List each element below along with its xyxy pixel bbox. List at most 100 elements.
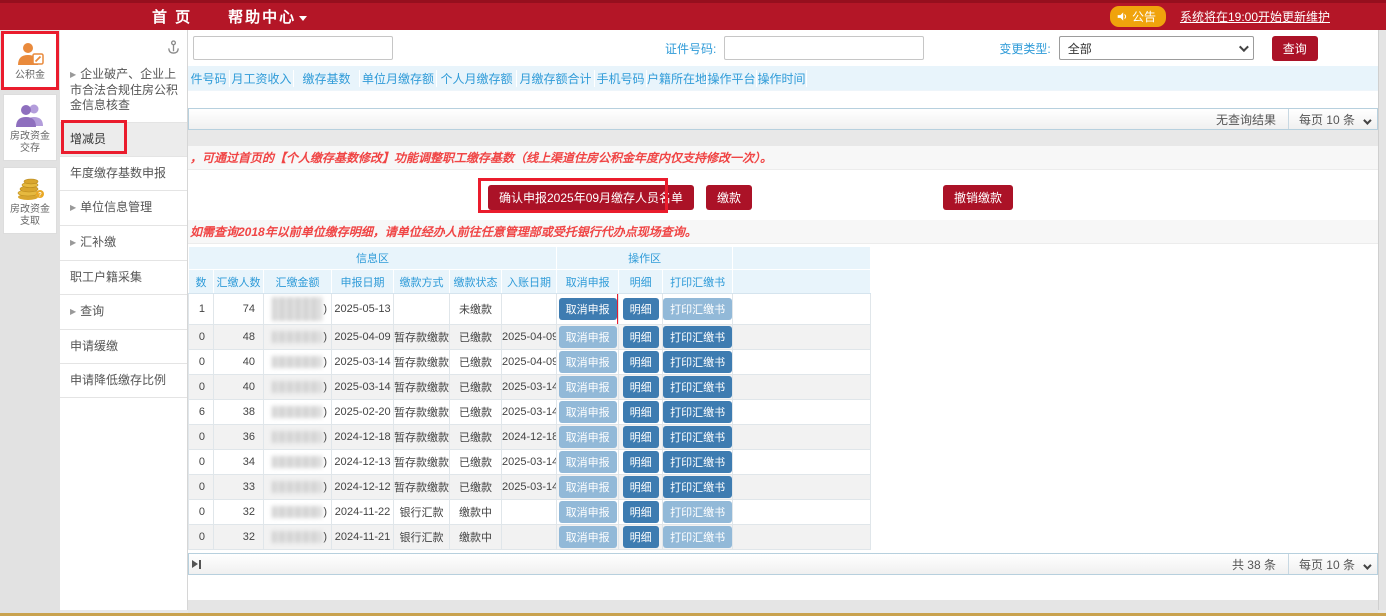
employee-table-header: 件号码月工资收入缴存基数单位月缴存额个人月缴存额月缴存额合计手机号码户籍所在地操… [188,66,1378,90]
print-remit-button[interactable]: 打印汇缴书 [663,526,732,548]
nav-home[interactable]: 首 页 [152,6,192,27]
menu-item-add-remove-employee[interactable]: 增减员 [60,123,187,157]
cancel-declare-button[interactable]: 取消申报 [559,351,617,373]
cell-declare-date: 2025-03-14 [332,375,394,400]
print-remit-button[interactable]: 打印汇缴书 [663,351,732,373]
remit-table-group-header: 信息区 操作区 [189,247,871,270]
menu-item-remit-supplement[interactable]: ▶汇补缴 [60,226,187,261]
cert-number-input[interactable] [724,36,924,60]
cell-cancel: 取消申报 [557,425,619,450]
detail-button[interactable]: 明细 [623,376,659,398]
rail-item-fund-withdraw[interactable]: ?房改资金支取 [3,167,57,234]
print-remit-button[interactable]: 打印汇缴书 [663,298,732,320]
cancel-pay-button[interactable]: 撤销缴款 [943,185,1013,210]
cell-print: 打印汇缴书 [663,325,733,350]
cancel-declare-button[interactable]: 取消申报 [559,476,617,498]
page-scrollbar-gutter[interactable] [1378,30,1386,610]
menu-item-query[interactable]: ▶查询 [60,295,187,330]
divider [1288,554,1289,574]
keyword-input[interactable] [193,36,393,60]
detail-button[interactable]: 明细 [623,451,659,473]
col-people: 汇缴人数 [214,270,264,294]
cell-amount: ) [264,400,332,425]
cell-detail: 明细 [619,475,663,500]
detail-button[interactable]: 明细 [623,401,659,423]
detail-button[interactable]: 明细 [623,501,659,523]
anchor-icon[interactable] [167,40,180,55]
remit-row: 048)2025-04-09暂存款缴款已缴款2025-04-09取消申报明细打印… [189,325,871,350]
cancel-declare-button[interactable]: 取消申报 [559,401,617,423]
cell-detail: 明细 [619,294,663,325]
remit-table-pagination: 共 38 条 每页 10 条 [188,553,1378,575]
detail-button[interactable]: 明细 [623,351,659,373]
menu-item-apply-lower-ratio[interactable]: 申请降低缴存比例 [60,364,187,398]
print-remit-button[interactable]: 打印汇缴书 [663,376,732,398]
print-remit-button[interactable]: 打印汇缴书 [663,401,732,423]
menu-item-enterprise-check[interactable]: ▶企业破产、企业上市合法合规住房公积金信息核查 [60,58,187,123]
change-type-label: 变更类型: [999,40,1050,57]
cell-entry-date: 2025-03-14 [502,400,557,425]
change-type-select[interactable]: 全部 [1059,36,1254,60]
cell-people: 36 [214,425,264,450]
detail-button[interactable]: 明细 [623,426,659,448]
cell-num: 0 [189,525,214,550]
cell-filler [733,425,871,450]
cancel-declare-button[interactable]: 取消申报 [559,451,617,473]
remit-row: 032)2024-11-21银行汇款缴款中取消申报明细打印汇缴书 [189,525,871,550]
detail-button[interactable]: 明细 [623,326,659,348]
page-size-select[interactable]: 每页 10 条 [1299,111,1377,128]
menu-item-unit-info-manage[interactable]: ▶单位信息管理 [60,191,187,226]
cancel-declare-button[interactable]: 取消申报 [559,501,617,523]
cell-declare-date: 2025-05-13 [332,294,394,325]
redacted-amount [272,481,322,493]
cancel-declare-button[interactable]: 取消申报 [559,326,617,348]
remit-row: 032)2024-11-22银行汇款缴款中取消申报明细打印汇缴书 [189,500,871,525]
cancel-declare-button[interactable]: 取消申报 [559,426,617,448]
print-remit-button[interactable]: 打印汇缴书 [663,476,732,498]
print-remit-button[interactable]: 打印汇缴书 [663,451,732,473]
actions-row: 确认申报2025年09月缴存人员名单 缴款 撤销缴款 [188,170,1378,220]
print-remit-button[interactable]: 打印汇缴书 [663,326,732,348]
announcement-link[interactable]: 系统将在19:00开始更新维护 [1180,8,1330,25]
cancel-declare-button[interactable]: 取消申报 [559,298,617,320]
pay-button[interactable]: 缴款 [706,185,752,210]
menu-item-apply-defer[interactable]: 申请缓缴 [60,330,187,364]
cell-amount: ) [264,294,332,325]
query-button[interactable]: 查询 [1272,36,1318,61]
detail-button[interactable]: 明细 [623,526,659,548]
menu-item-annual-base-declare[interactable]: 年度缴存基数申报 [60,157,187,191]
amount-suffix: ) [323,331,327,343]
cell-print: 打印汇缴书 [663,294,733,325]
print-remit-button[interactable]: 打印汇缴书 [663,501,732,523]
chevron-down-icon [1239,42,1249,52]
cancel-declare-button[interactable]: 取消申报 [559,376,617,398]
menu-item-employee-household[interactable]: 职工户籍采集 [60,261,187,295]
cell-declare-date: 2024-12-13 [332,450,394,475]
cell-filler [733,450,871,475]
cell-filler [733,375,871,400]
nav-help-center[interactable]: 帮助中心 [228,6,307,27]
cancel-declare-button[interactable]: 取消申报 [559,526,617,548]
detail-button[interactable]: 明细 [623,476,659,498]
cell-people: 40 [214,350,264,375]
svg-text:?: ? [38,193,42,199]
cell-print: 打印汇缴书 [663,525,733,550]
cell-filler [733,500,871,525]
print-remit-button[interactable]: 打印汇缴书 [663,426,732,448]
cell-print: 打印汇缴书 [663,475,733,500]
rail-item-fund-deposit[interactable]: 房改资金交存 [3,94,57,161]
detail-button[interactable]: 明细 [623,298,659,320]
confirm-declare-button[interactable]: 确认申报2025年09月缴存人员名单 [488,185,694,210]
cell-status: 已缴款 [450,450,502,475]
amount-suffix: ) [323,506,327,518]
cell-status: 已缴款 [450,350,502,375]
menu-item-label: 申请缓缴 [70,339,118,353]
page-size-select[interactable]: 每页 10 条 [1299,556,1377,573]
skip-to-end-icon[interactable] [192,560,201,569]
cell-print: 打印汇缴书 [663,425,733,450]
cell-filler [733,350,871,375]
cell-method [394,294,450,325]
rail-item-gongjijin[interactable]: 公积金 [3,33,57,88]
cell-entry-date [502,525,557,550]
chevron-down-icon [1363,116,1371,124]
